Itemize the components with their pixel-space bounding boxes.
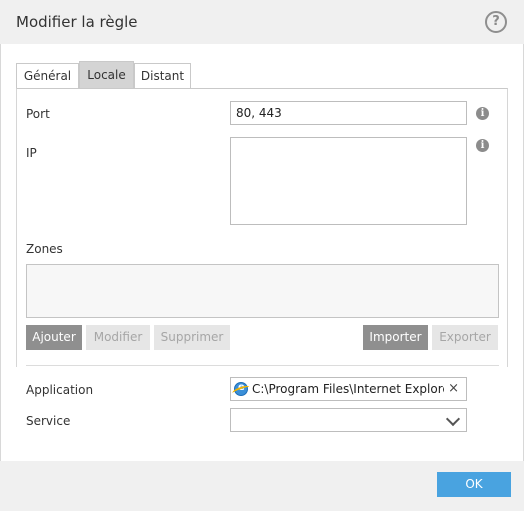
- import-button[interactable]: Importer: [363, 325, 428, 350]
- edit-zone-button[interactable]: Modifier: [86, 325, 150, 350]
- chevron-down-icon: [445, 411, 461, 427]
- section-divider: [26, 365, 499, 366]
- ip-info-icon[interactable]: i: [476, 139, 489, 152]
- internet-explorer-icon: e: [234, 382, 248, 396]
- application-label: Application: [26, 383, 94, 397]
- zones-list[interactable]: [26, 264, 499, 318]
- port-info-icon[interactable]: i: [476, 107, 489, 120]
- add-zone-button[interactable]: Ajouter: [26, 325, 82, 350]
- help-icon[interactable]: ?: [485, 11, 507, 33]
- delete-zone-button[interactable]: Supprimer: [154, 325, 230, 350]
- application-path: C:\Program Files\Internet Explorer\iexpl…: [252, 382, 444, 396]
- dialog-header: Modifier la règle ?: [0, 0, 524, 44]
- dialog-title: Modifier la règle: [16, 13, 138, 31]
- service-label: Service: [26, 414, 71, 428]
- service-select[interactable]: [230, 408, 467, 432]
- zones-label: Zones: [26, 242, 63, 256]
- tab-distant[interactable]: Distant: [134, 63, 191, 88]
- ip-label: IP: [26, 146, 37, 160]
- clear-icon[interactable]: ×: [448, 378, 459, 400]
- application-field[interactable]: e C:\Program Files\Internet Explorer\iex…: [230, 377, 467, 401]
- port-label: Port: [26, 107, 50, 121]
- ip-textarea[interactable]: [230, 137, 467, 225]
- tab-general[interactable]: Général: [16, 63, 79, 88]
- ok-button[interactable]: OK: [437, 472, 511, 497]
- export-button[interactable]: Exporter: [432, 325, 498, 350]
- port-input[interactable]: 80, 443: [230, 101, 467, 125]
- tab-locale[interactable]: Locale: [79, 61, 134, 88]
